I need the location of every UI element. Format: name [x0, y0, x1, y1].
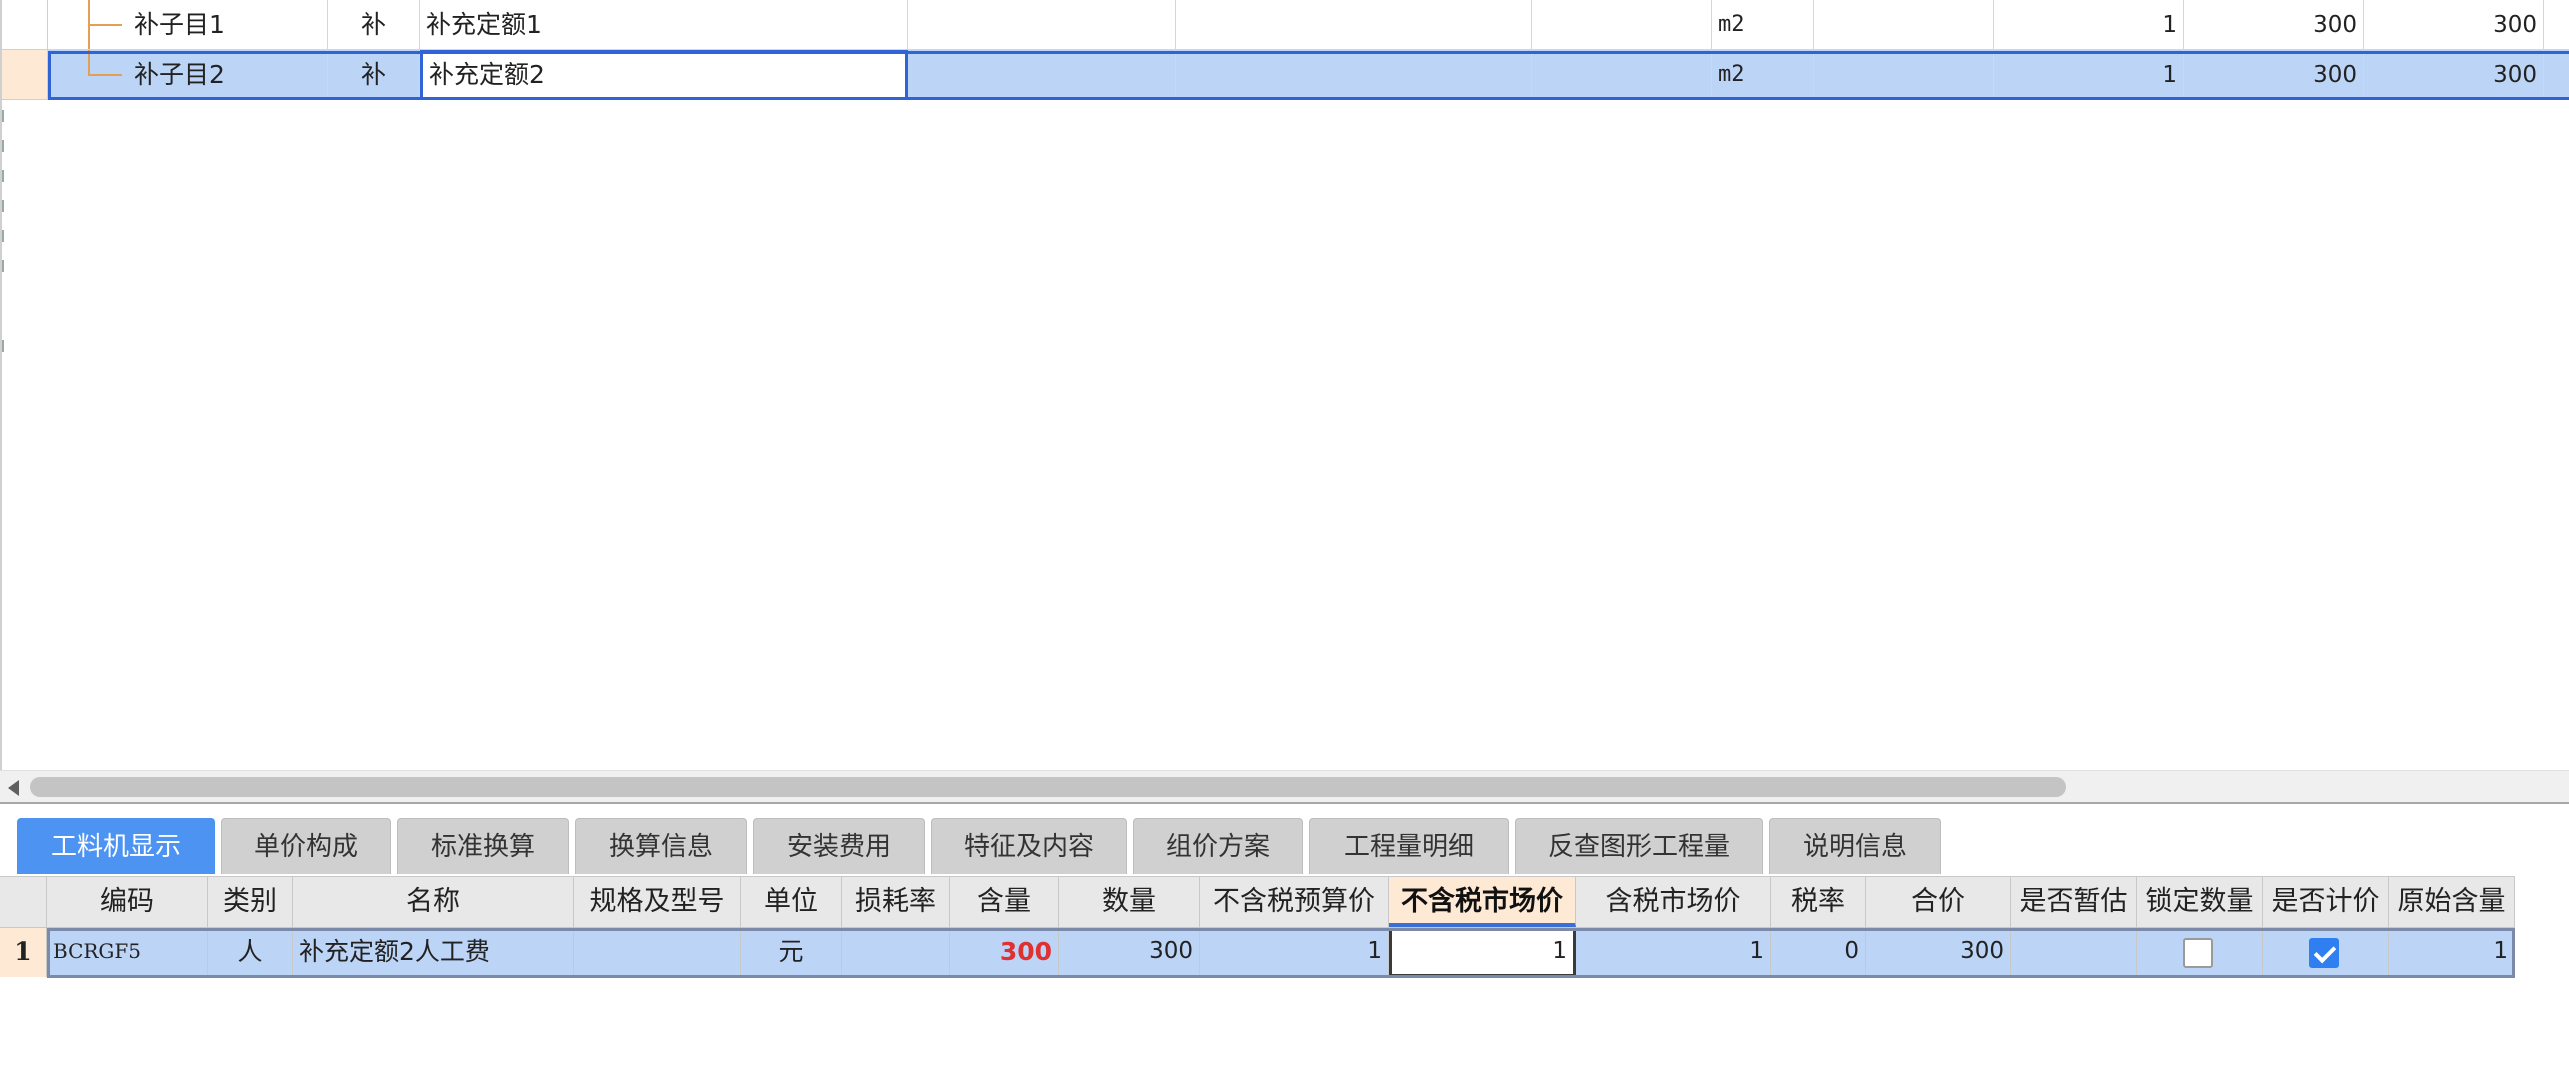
cell-original-content[interactable]: 1 — [2389, 928, 2515, 977]
col-header-market-price-inc-tax[interactable]: 含税市场价 — [1576, 877, 1771, 927]
cell-content[interactable]: 300 — [950, 928, 1059, 977]
item-qty[interactable]: 1 — [1994, 0, 2184, 50]
edge-mark — [2, 340, 4, 352]
cell-name[interactable]: 补充定额2人工费 — [293, 928, 574, 977]
col-header-quantity[interactable]: 数量 — [1059, 877, 1200, 927]
cell-spec[interactable] — [574, 928, 741, 977]
cell-is-priced — [2263, 928, 2389, 977]
item-name: 补子目1 — [134, 10, 225, 39]
cell-unit[interactable]: 元 — [741, 928, 842, 977]
col-header-market-price-ex-tax[interactable]: 不含税市场价 — [1389, 877, 1576, 927]
col-header-code[interactable]: 编码 — [47, 877, 208, 927]
cell-loss-rate[interactable] — [842, 928, 950, 977]
empty-cell[interactable] — [1814, 0, 1994, 50]
cell-category[interactable]: 人 — [208, 928, 293, 977]
item-desc[interactable]: 补充定额1 — [420, 0, 908, 50]
item-price[interactable]: 300 — [2184, 50, 2364, 100]
item-qty[interactable]: 1 — [1994, 50, 2184, 100]
item-unit[interactable]: m2 — [1712, 0, 1814, 50]
scrollbar-thumb[interactable] — [30, 777, 2066, 797]
col-header-name[interactable]: 名称 — [293, 877, 574, 927]
item-price[interactable]: 300 — [2184, 0, 2364, 50]
item-type[interactable]: 补 — [328, 50, 420, 100]
tab-description-info[interactable]: 说明信息 — [1769, 818, 1941, 874]
quota-row-selected[interactable]: 补子目2 补 补充定额2 m2 1 300 300 — [2, 50, 2569, 100]
tab-features-content[interactable]: 特征及内容 — [931, 818, 1127, 874]
col-header-is-provisional[interactable]: 是否暂估 — [2011, 877, 2137, 927]
cell-budget-price-ex-tax[interactable]: 1 — [1200, 928, 1389, 977]
col-header-content[interactable]: 含量 — [950, 877, 1059, 927]
edge-mark — [2, 200, 4, 212]
empty-cell[interactable] — [1176, 0, 1532, 50]
tab-unit-price-composition[interactable]: 单价构成 — [221, 818, 391, 874]
tab-graphic-quantity-lookup[interactable]: 反查图形工程量 — [1515, 818, 1763, 874]
is-priced-checkbox[interactable] — [2309, 938, 2339, 968]
empty-cell[interactable] — [908, 0, 1176, 50]
empty-cell[interactable] — [908, 50, 1176, 100]
edge-mark — [2, 230, 4, 242]
edge-mark — [2, 260, 4, 272]
tab-standard-conversion[interactable]: 标准换算 — [397, 818, 569, 874]
horizontal-scrollbar[interactable] — [0, 770, 2569, 802]
col-header-spec[interactable]: 规格及型号 — [574, 877, 741, 927]
table-row[interactable]: 1 BCRGF5 人 补充定额2人工费 元 300 300 1 1 1 0 30… — [0, 928, 2515, 979]
quota-row[interactable]: 补子目1 补 补充定额1 m2 1 300 300 — [2, 0, 2569, 50]
tab-conversion-info[interactable]: 换算信息 — [575, 818, 747, 874]
item-desc-editor[interactable]: 补充定额2 — [420, 50, 908, 100]
tree-cell[interactable]: 补子目2 — [48, 50, 328, 100]
cell-tax-rate[interactable]: 0 — [1771, 928, 1866, 977]
col-header-budget-price-ex-tax[interactable]: 不含税预算价 — [1200, 877, 1389, 927]
col-header-total[interactable]: 合价 — [1866, 877, 2011, 927]
col-header-category[interactable]: 类别 — [208, 877, 293, 927]
tree-cell[interactable]: 补子目1 — [48, 0, 328, 50]
tab-pricing-plan[interactable]: 组价方案 — [1133, 818, 1303, 874]
edge-mark — [2, 140, 4, 152]
col-header-unit[interactable]: 单位 — [741, 877, 842, 927]
cell-code[interactable]: BCRGF5 — [47, 928, 208, 977]
tab-labor-material-machine[interactable]: 工料机显示 — [17, 818, 215, 874]
detail-tabbar: 工料机显示 单价构成 标准换算 换算信息 安装费用 特征及内容 组价方案 工程量… — [0, 804, 2569, 876]
corner-header — [0, 877, 47, 927]
col-header-original-content[interactable]: 原始含量 — [2389, 877, 2515, 927]
empty-cell[interactable] — [1814, 50, 1994, 100]
row-header[interactable] — [2, 0, 48, 50]
cell-total[interactable]: 300 — [1866, 928, 2011, 977]
empty-cell[interactable] — [1532, 50, 1712, 100]
item-total[interactable]: 300 — [2364, 50, 2544, 100]
empty-cell[interactable] — [1176, 50, 1532, 100]
edge-mark — [2, 170, 4, 182]
grid-header-row: 编码 类别 名称 规格及型号 单位 损耗率 含量 数量 不含税预算价 不含税市场… — [0, 876, 2515, 928]
item-total[interactable]: 300 — [2364, 0, 2544, 50]
scroll-left-arrow-icon[interactable] — [8, 780, 19, 796]
tab-installation-fee[interactable]: 安装费用 — [753, 818, 925, 874]
cell-quantity[interactable]: 300 — [1059, 928, 1200, 977]
labor-material-grid: 编码 类别 名称 规格及型号 单位 损耗率 含量 数量 不含税预算价 不含税市场… — [0, 876, 2569, 1075]
empty-cell[interactable] — [2544, 0, 2569, 50]
item-type[interactable]: 补 — [328, 0, 420, 50]
row-index[interactable]: 1 — [0, 928, 47, 977]
col-header-loss-rate[interactable]: 损耗率 — [842, 877, 950, 927]
col-header-lock-qty[interactable]: 锁定数量 — [2137, 877, 2263, 927]
lock-qty-checkbox[interactable] — [2183, 938, 2213, 968]
cell-market-price-ex-tax-editor[interactable]: 1 — [1389, 928, 1576, 977]
cell-is-provisional[interactable] — [2011, 928, 2137, 977]
cell-lock-qty — [2137, 928, 2263, 977]
tab-quantity-detail[interactable]: 工程量明细 — [1309, 818, 1509, 874]
quota-grid: 补子目1 补 补充定额1 m2 1 300 300 补子目2 补 补充定额2 m… — [0, 0, 2569, 770]
empty-cell[interactable] — [2544, 50, 2569, 100]
edge-mark — [2, 110, 4, 122]
item-unit[interactable]: m2 — [1712, 50, 1814, 100]
row-header[interactable] — [2, 50, 48, 100]
empty-cell[interactable] — [1532, 0, 1712, 50]
col-header-is-priced[interactable]: 是否计价 — [2263, 877, 2389, 927]
col-header-tax-rate[interactable]: 税率 — [1771, 877, 1866, 927]
item-name: 补子目2 — [134, 60, 225, 89]
cell-market-price-inc-tax[interactable]: 1 — [1576, 928, 1771, 977]
detail-panel: 工料机显示 单价构成 标准换算 换算信息 安装费用 特征及内容 组价方案 工程量… — [0, 802, 2569, 1075]
